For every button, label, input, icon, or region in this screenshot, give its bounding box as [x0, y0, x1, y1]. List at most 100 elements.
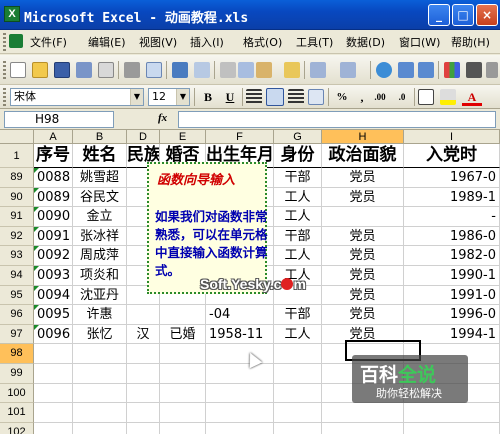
- table-cell[interactable]: [127, 364, 160, 384]
- cell-comment[interactable]: 函数向导输入 如果我们对函数非常熟悉，可以在单元格中直接输入函数计算式。: [147, 162, 268, 294]
- table-cell[interactable]: 汉: [127, 324, 160, 345]
- minimize-button[interactable]: _: [428, 4, 450, 26]
- menu-format[interactable]: 格式(O): [243, 34, 282, 50]
- hyperlink-icon[interactable]: [376, 62, 392, 78]
- table-cell[interactable]: 0095: [34, 305, 73, 325]
- chevron-down-icon[interactable]: ▼: [176, 89, 189, 105]
- column-title[interactable]: 身份: [274, 144, 322, 168]
- table-cell[interactable]: [206, 403, 274, 423]
- table-cell[interactable]: -: [404, 207, 500, 227]
- error-indicator-icon[interactable]: [34, 305, 39, 311]
- close-button[interactable]: ×: [476, 4, 498, 26]
- workbook-icon[interactable]: [9, 34, 23, 48]
- error-indicator-icon[interactable]: [34, 168, 39, 173]
- table-cell[interactable]: 沈亚丹: [73, 285, 127, 306]
- table-cell[interactable]: [73, 403, 127, 423]
- font-name-dropdown[interactable]: 宋体 ▼: [10, 88, 144, 106]
- table-cell[interactable]: 1958-11: [206, 324, 274, 345]
- menu-help[interactable]: 帮助(H): [451, 34, 490, 50]
- table-cell[interactable]: 张冰祥: [73, 226, 127, 247]
- table-cell[interactable]: 党员: [322, 305, 404, 325]
- increase-decimal-button[interactable]: .00: [370, 88, 390, 106]
- table-cell[interactable]: [73, 364, 127, 384]
- column-title[interactable]: 政治面貌: [322, 144, 404, 168]
- table-cell[interactable]: [274, 364, 322, 384]
- table-cell[interactable]: 0088: [34, 168, 73, 188]
- table-cell[interactable]: 0092: [34, 246, 73, 266]
- table-cell[interactable]: [322, 422, 404, 434]
- row-header-93[interactable]: 93: [0, 246, 34, 266]
- error-indicator-icon[interactable]: [34, 266, 39, 271]
- column-header-g[interactable]: G: [274, 130, 322, 144]
- table-cell[interactable]: 谷民文: [73, 187, 127, 208]
- error-indicator-icon[interactable]: [34, 246, 39, 252]
- table-cell[interactable]: 0091: [34, 226, 73, 247]
- table-cell[interactable]: [34, 403, 73, 423]
- column-header-a[interactable]: A: [34, 130, 73, 144]
- table-cell[interactable]: 姚雪超: [73, 168, 127, 188]
- spelling-icon[interactable]: [172, 62, 188, 78]
- table-cell[interactable]: [34, 364, 73, 384]
- table-cell[interactable]: 0094: [34, 285, 73, 306]
- table-cell[interactable]: 1996-0: [404, 305, 500, 325]
- table-cell[interactable]: 工人: [274, 324, 322, 345]
- column-title[interactable]: 姓名: [73, 144, 127, 168]
- redo-icon[interactable]: [340, 62, 356, 78]
- chart-wizard-icon[interactable]: [444, 62, 460, 78]
- paste-icon[interactable]: [256, 62, 272, 78]
- row-header-97[interactable]: 97: [0, 324, 34, 345]
- table-cell[interactable]: 党员: [322, 187, 404, 208]
- cut-icon[interactable]: [220, 62, 236, 78]
- table-cell[interactable]: 干部: [274, 305, 322, 325]
- table-cell[interactable]: 1989-1: [404, 187, 500, 208]
- percent-button[interactable]: %: [332, 88, 352, 106]
- column-header-d[interactable]: D: [127, 130, 160, 144]
- row-header-91[interactable]: 91: [0, 207, 34, 227]
- row-header-1[interactable]: 1: [0, 144, 34, 168]
- column-header-h[interactable]: H: [322, 130, 404, 144]
- new-icon[interactable]: [10, 62, 26, 78]
- comma-button[interactable]: ,: [352, 88, 372, 106]
- table-cell[interactable]: 干部: [274, 226, 322, 247]
- print-icon[interactable]: [124, 62, 140, 78]
- table-cell[interactable]: [206, 364, 274, 384]
- table-cell[interactable]: [34, 422, 73, 434]
- column-header-f[interactable]: F: [206, 130, 274, 144]
- row-header-102[interactable]: 102: [0, 422, 34, 434]
- column-header-b[interactable]: B: [73, 130, 127, 144]
- row-header-92[interactable]: 92: [0, 226, 34, 247]
- merge-center-icon[interactable]: [308, 89, 324, 105]
- menubar-grip[interactable]: [3, 33, 6, 51]
- error-indicator-icon[interactable]: [34, 324, 39, 330]
- table-cell[interactable]: 1986-0: [404, 226, 500, 247]
- table-cell[interactable]: [274, 344, 322, 364]
- research-icon[interactable]: [194, 62, 210, 78]
- font-color-button[interactable]: A: [462, 88, 482, 106]
- format-painter-icon[interactable]: [284, 62, 300, 78]
- permission-icon[interactable]: [76, 62, 92, 78]
- borders-icon[interactable]: [418, 89, 434, 105]
- row-header-96[interactable]: 96: [0, 305, 34, 325]
- menu-file[interactable]: 文件(F): [30, 34, 67, 50]
- table-cell[interactable]: [127, 305, 160, 325]
- table-cell[interactable]: [34, 344, 73, 364]
- table-cell[interactable]: 党员: [322, 246, 404, 266]
- table-cell[interactable]: [206, 344, 274, 364]
- align-center-icon[interactable]: [266, 88, 284, 106]
- table-cell[interactable]: [404, 403, 500, 423]
- table-cell[interactable]: 工人: [274, 246, 322, 266]
- fill-color-icon[interactable]: [440, 89, 456, 105]
- drawing-icon[interactable]: [466, 62, 482, 78]
- error-indicator-icon[interactable]: [34, 207, 39, 213]
- row-header-100[interactable]: 100: [0, 383, 34, 404]
- toolbar-options-icon[interactable]: [486, 62, 498, 78]
- table-cell[interactable]: 1990-1: [404, 266, 500, 286]
- select-all-corner[interactable]: [0, 130, 34, 144]
- column-title[interactable]: 序号: [34, 144, 73, 168]
- formula-input[interactable]: [178, 111, 496, 128]
- table-cell[interactable]: [274, 422, 322, 434]
- table-cell[interactable]: 党员: [322, 266, 404, 286]
- table-cell[interactable]: [160, 364, 206, 384]
- error-indicator-icon[interactable]: [34, 187, 39, 193]
- table-cell[interactable]: -04: [206, 305, 274, 325]
